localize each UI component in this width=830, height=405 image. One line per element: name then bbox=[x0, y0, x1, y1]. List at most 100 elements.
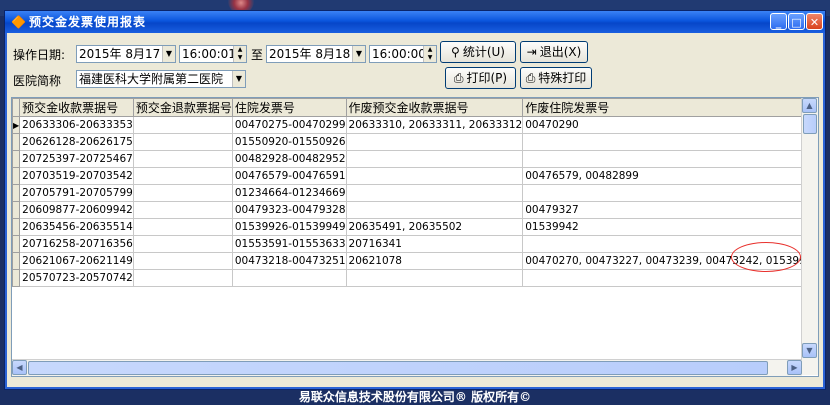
minimize-button[interactable]: _ bbox=[770, 13, 787, 30]
table-cell[interactable]: 20570723-20570742 bbox=[19, 269, 134, 287]
table-cell[interactable]: 20716341 bbox=[345, 235, 524, 253]
table-cell[interactable]: 20635491, 20635502 bbox=[345, 218, 524, 236]
row-indicator bbox=[12, 201, 21, 219]
table-cell[interactable] bbox=[522, 184, 818, 202]
invoice-grid[interactable]: 预交金收款票据号 预交金退款票据号 住院发票号 作废预交金收款票据号 作废住院发… bbox=[11, 97, 819, 377]
row-indicator bbox=[12, 184, 21, 202]
table-cell[interactable] bbox=[345, 150, 524, 168]
exit-button[interactable]: ⇥ 退出(X) bbox=[520, 41, 588, 63]
table-cell[interactable]: 20716258-20716356 bbox=[19, 235, 134, 253]
title-bar[interactable]: 🔶 预交金发票使用报表 _ □ ✕ bbox=[5, 11, 825, 33]
table-cell[interactable]: 20609877-20609942 bbox=[19, 201, 134, 219]
column-header[interactable]: 预交金收款票据号 bbox=[19, 98, 134, 117]
table-cell[interactable]: 00479327 bbox=[522, 201, 818, 219]
table-row[interactable]: 20626128-20626175 01550920-01550926 bbox=[12, 133, 818, 151]
close-button[interactable]: ✕ bbox=[806, 13, 823, 30]
table-cell[interactable]: 20703519-20703542 bbox=[19, 167, 134, 185]
horizontal-scroll-thumb[interactable] bbox=[28, 361, 768, 375]
table-cell[interactable] bbox=[132, 201, 233, 219]
table-cell[interactable]: 20725397-20725467 bbox=[19, 150, 134, 168]
row-indicator bbox=[12, 167, 21, 185]
table-row[interactable]: 20705791-20705799 01234664-01234669 bbox=[12, 184, 818, 202]
hospital-select[interactable]: 福建医科大学附属第二医院 ▼ bbox=[76, 70, 246, 88]
table-cell[interactable] bbox=[132, 235, 233, 253]
table-cell[interactable]: 01234664-01234669 bbox=[231, 184, 347, 202]
table-cell[interactable] bbox=[345, 184, 524, 202]
table-cell[interactable]: 00470275-00470299 bbox=[231, 116, 347, 134]
chevron-down-icon[interactable]: ▼ bbox=[162, 46, 175, 62]
table-row[interactable]: 20570723-20570742 bbox=[12, 269, 818, 287]
table-cell[interactable] bbox=[132, 218, 233, 236]
table-cell[interactable]: 01539942 bbox=[522, 218, 818, 236]
table-row[interactable]: 20703519-20703542 00476579-00476591 004765… bbox=[12, 167, 818, 185]
row-indicator bbox=[12, 269, 21, 287]
table-row[interactable]: 20609877-20609942 00479323-00479328 004793… bbox=[12, 201, 818, 219]
to-label: 至 bbox=[251, 48, 264, 62]
table-cell[interactable]: 01550920-01550926 bbox=[231, 133, 347, 151]
copyright-footer: 易联众信息技术股份有限公司® 版权所有© bbox=[298, 390, 532, 404]
table-cell[interactable]: 01539926-01539949 bbox=[231, 218, 347, 236]
table-cell[interactable]: 20626128-20626175 bbox=[19, 133, 134, 151]
scroll-left-icon[interactable]: ◀ bbox=[12, 360, 27, 375]
stat-button[interactable]: ⚲ 统计(U) bbox=[440, 41, 516, 63]
table-row[interactable]: 20621067-20621149 00473218-00473251 206210… bbox=[12, 252, 818, 270]
column-header[interactable]: 作废住院发票号 bbox=[522, 98, 818, 117]
table-cell[interactable] bbox=[132, 116, 233, 134]
scroll-up-icon[interactable]: ▲ bbox=[802, 98, 817, 113]
table-cell[interactable] bbox=[522, 150, 818, 168]
table-cell[interactable]: 00476579, 00482899 bbox=[522, 167, 818, 185]
start-time-spinner[interactable]: ▲ ▼ bbox=[233, 46, 246, 62]
start-date-picker[interactable]: 2015年 8月17日 ▼ bbox=[76, 45, 176, 63]
table-cell[interactable] bbox=[345, 269, 524, 287]
table-cell[interactable] bbox=[132, 167, 233, 185]
table-cell[interactable] bbox=[345, 201, 524, 219]
scroll-right-icon[interactable]: ▶ bbox=[787, 360, 802, 375]
table-row[interactable]: 20635456-20635514 01539926-01539949 206354… bbox=[12, 218, 818, 236]
end-date-picker[interactable]: 2015年 8月18日 ▼ bbox=[266, 45, 366, 63]
hospital-value: 福建医科大学附属第二医院 bbox=[79, 72, 224, 86]
table-cell[interactable] bbox=[231, 269, 347, 287]
table-cell[interactable] bbox=[345, 133, 524, 151]
table-row[interactable]: 20725397-20725467 00482928-00482952 bbox=[12, 150, 818, 168]
special-print-button[interactable]: ⎙ 特殊打印 bbox=[520, 67, 592, 89]
table-cell[interactable]: 20633306-20633353 bbox=[19, 116, 134, 134]
table-cell[interactable] bbox=[132, 269, 233, 287]
scroll-down-icon[interactable]: ▼ bbox=[802, 343, 817, 358]
table-cell[interactable]: 01553591-01553633 bbox=[231, 235, 347, 253]
chevron-down-icon[interactable]: ▼ bbox=[232, 71, 245, 87]
table-cell[interactable]: 20705791-20705799 bbox=[19, 184, 134, 202]
table-row[interactable]: ▶ 20633306-20633353 00470275-00470299 20633… bbox=[12, 116, 818, 134]
table-cell[interactable]: 20635456-20635514 bbox=[19, 218, 134, 236]
table-cell[interactable] bbox=[132, 133, 233, 151]
column-header[interactable]: 作废预交金收款票据号 bbox=[345, 98, 524, 117]
horizontal-scrollbar[interactable]: ◀ ▶ bbox=[12, 359, 802, 376]
table-cell[interactable] bbox=[522, 133, 818, 151]
maximize-button[interactable]: □ bbox=[788, 13, 805, 30]
vertical-scroll-thumb[interactable] bbox=[803, 114, 817, 134]
row-indicator bbox=[12, 235, 21, 253]
annotation-ellipse bbox=[731, 242, 801, 272]
print-button[interactable]: ⎙ 打印(P) bbox=[445, 67, 516, 89]
start-date-value: 2015年 8月17日 bbox=[79, 47, 173, 61]
end-time-spinner[interactable]: ▲ ▼ bbox=[423, 46, 436, 62]
table-cell[interactable]: 00470290 bbox=[522, 116, 818, 134]
table-cell[interactable]: 20621067-20621149 bbox=[19, 252, 134, 270]
table-cell[interactable]: 20633310, 20633311, 20633312 bbox=[345, 116, 524, 134]
table-cell[interactable]: 00479323-00479328 bbox=[231, 201, 347, 219]
table-cell[interactable]: 20621078 bbox=[345, 252, 524, 270]
table-cell[interactable]: 00473218-00473251 bbox=[231, 252, 347, 270]
table-row[interactable]: 20716258-20716356 01553591-01553633 207163… bbox=[12, 235, 818, 253]
table-cell[interactable]: 00482928-00482952 bbox=[231, 150, 347, 168]
table-cell[interactable] bbox=[522, 269, 818, 287]
table-cell[interactable] bbox=[132, 150, 233, 168]
column-header[interactable]: 住院发票号 bbox=[231, 98, 347, 117]
chevron-down-icon[interactable]: ▼ bbox=[352, 46, 365, 62]
column-header[interactable]: 预交金退款票据号 bbox=[132, 98, 233, 117]
table-cell[interactable]: 00476579-00476591 bbox=[231, 167, 347, 185]
start-time-input[interactable]: 16:00:01 ▲ ▼ bbox=[179, 45, 247, 63]
end-time-input[interactable]: 16:00:00 ▲ ▼ bbox=[369, 45, 437, 63]
table-cell[interactable] bbox=[345, 167, 524, 185]
table-cell[interactable] bbox=[132, 184, 233, 202]
table-cell[interactable] bbox=[132, 252, 233, 270]
vertical-scrollbar[interactable]: ▲ ▼ bbox=[801, 98, 818, 375]
